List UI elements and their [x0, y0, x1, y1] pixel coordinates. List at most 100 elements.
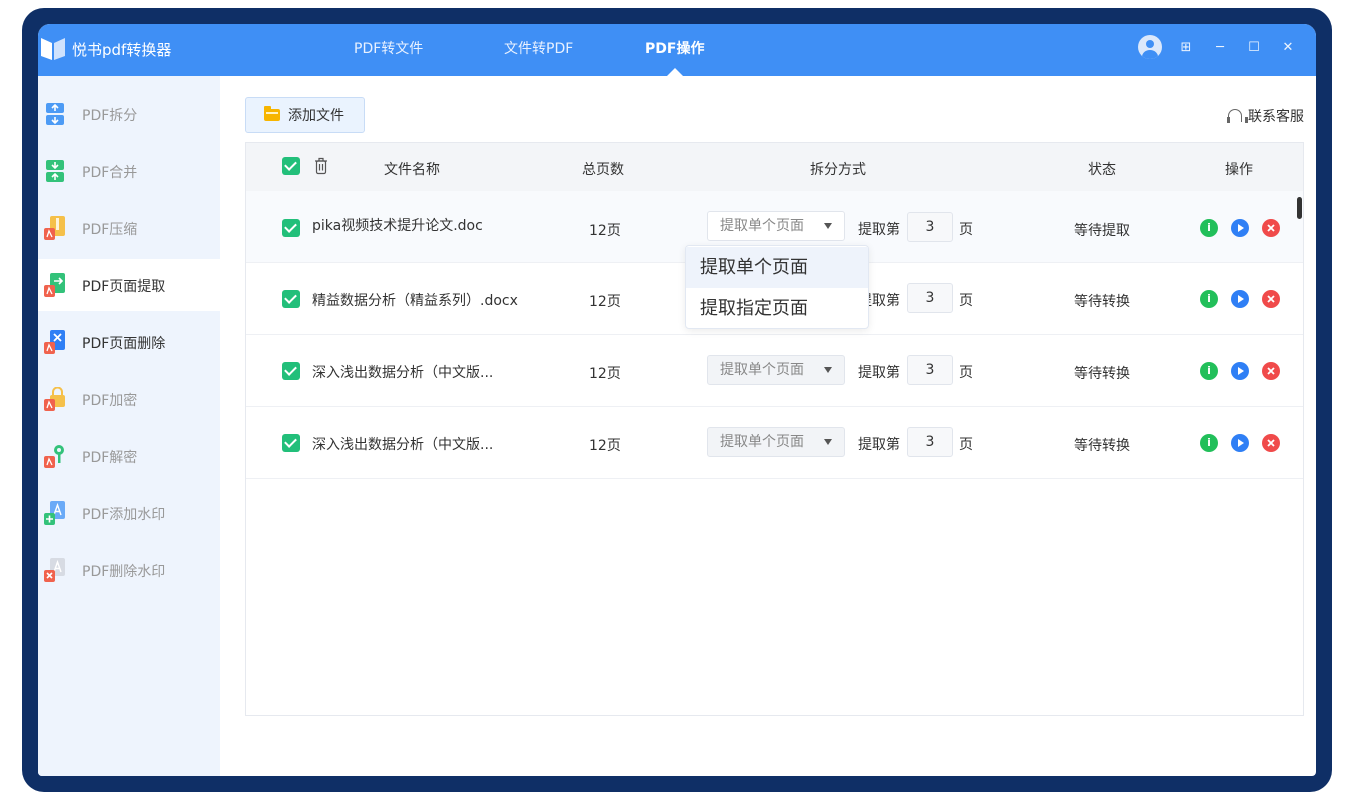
- header-split-mode: 拆分方式: [810, 162, 866, 178]
- sidebar-item-pdf-merge[interactable]: PDF合并: [38, 145, 220, 197]
- sidebar-item-label: PDF压缩: [82, 222, 138, 238]
- sidebar-item-pdf-compress[interactable]: PDF压缩: [38, 202, 220, 254]
- pdf-split-icon: [46, 103, 64, 125]
- page-unit-label: 页: [959, 222, 973, 238]
- select-all-checkbox[interactable]: [282, 157, 300, 175]
- app-title: 悦书pdf转换器: [72, 41, 172, 59]
- headset-icon: [1227, 108, 1248, 124]
- sidebar-item-pdf-split[interactable]: PDF拆分: [38, 88, 220, 140]
- table-scrollbar[interactable]: [1297, 197, 1302, 219]
- user-avatar[interactable]: [1138, 35, 1162, 59]
- status-text: 等待提取: [1074, 223, 1130, 239]
- page-number-input[interactable]: 3: [907, 427, 953, 457]
- info-icon[interactable]: i: [1200, 219, 1218, 237]
- page-count: 12页: [589, 223, 621, 239]
- page-number-input[interactable]: 3: [907, 283, 953, 313]
- row-checkbox[interactable]: [282, 290, 300, 308]
- pdf-extract-icon: [44, 273, 65, 297]
- tab-file-to-pdf[interactable]: 文件转PDF: [504, 38, 573, 76]
- info-icon[interactable]: i: [1200, 290, 1218, 308]
- delete-icon[interactable]: [1262, 362, 1280, 380]
- status-text: 等待转换: [1074, 366, 1130, 382]
- split-mode-value: 提取单个页面: [720, 362, 804, 378]
- delete-icon[interactable]: [1262, 219, 1280, 237]
- maximize-icon[interactable]: ☐: [1244, 37, 1264, 57]
- pdf-lock-icon: [44, 387, 65, 411]
- delete-icon[interactable]: [1262, 434, 1280, 452]
- pdf-merge-icon: [46, 160, 64, 182]
- status-text: 等待转换: [1074, 294, 1130, 310]
- window-controls: ⊞ ─ ☐ ✕: [1138, 35, 1298, 59]
- info-icon[interactable]: i: [1200, 362, 1218, 380]
- extract-label: 提取第: [858, 437, 900, 453]
- play-icon[interactable]: [1231, 219, 1249, 237]
- sidebar-item-label: PDF加密: [82, 393, 138, 409]
- split-mode-value: 提取单个页面: [720, 434, 804, 450]
- caret-down-icon: [824, 367, 832, 373]
- split-mode-dropdown: 提取单个页面 提取指定页面: [685, 245, 869, 329]
- page-unit-label: 页: [959, 437, 973, 453]
- close-icon[interactable]: ✕: [1278, 37, 1298, 57]
- grid-menu-icon[interactable]: ⊞: [1176, 37, 1196, 57]
- split-mode-select[interactable]: 提取单个页面: [707, 355, 845, 385]
- split-mode-select[interactable]: 提取单个页面: [707, 211, 845, 241]
- pdf-unlock-icon: [44, 445, 64, 468]
- minimize-icon[interactable]: ─: [1210, 37, 1230, 57]
- file-name: 精益数据分析（精益系列）.docx: [312, 293, 518, 309]
- extract-label: 提取第: [858, 365, 900, 381]
- page-unit-label: 页: [959, 365, 973, 381]
- title-bar: 悦书pdf转换器 PDF转文件 文件转PDF PDF操作 ⊞ ─ ☐ ✕: [38, 24, 1316, 76]
- row-checkbox[interactable]: [282, 219, 300, 237]
- dropdown-option-single-page[interactable]: 提取单个页面: [686, 247, 868, 288]
- sidebar-item-pdf-extract[interactable]: PDF页面提取: [38, 259, 220, 311]
- row-checkbox[interactable]: [282, 434, 300, 452]
- sidebar-item-label: PDF页面删除: [82, 336, 166, 352]
- app-window: 悦书pdf转换器 PDF转文件 文件转PDF PDF操作 ⊞ ─ ☐ ✕ PDF…: [38, 24, 1316, 776]
- play-icon[interactable]: [1231, 434, 1249, 452]
- sidebar-item-pdf-delete-page[interactable]: PDF页面删除: [38, 316, 220, 368]
- tab-pdf-to-file[interactable]: PDF转文件: [354, 38, 423, 76]
- play-icon[interactable]: [1231, 362, 1249, 380]
- delete-icon[interactable]: [1262, 290, 1280, 308]
- table-header: 文件名称 总页数 拆分方式 状态 操作: [246, 143, 1303, 191]
- row-checkbox[interactable]: [282, 362, 300, 380]
- caret-down-icon: [824, 439, 832, 445]
- page-number-input[interactable]: 3: [907, 212, 953, 242]
- sidebar-item-label: PDF页面提取: [82, 279, 166, 295]
- file-name: 深入浅出数据分析（中文版...: [312, 437, 494, 453]
- add-file-button[interactable]: 添加文件: [245, 97, 365, 133]
- sidebar-item-pdf-encrypt[interactable]: PDF加密: [38, 373, 220, 425]
- sidebar-item-pdf-remove-watermark[interactable]: PDF删除水印: [38, 544, 220, 596]
- sidebar-item-pdf-decrypt[interactable]: PDF解密: [38, 430, 220, 482]
- table-row: 深入浅出数据分析（中文版... 12页 提取单个页面 提取第 3 页 等待转换 …: [246, 335, 1303, 407]
- play-icon[interactable]: [1231, 290, 1249, 308]
- add-file-label: 添加文件: [288, 108, 344, 124]
- info-icon[interactable]: i: [1200, 434, 1218, 452]
- pdf-compress-icon: [44, 216, 65, 240]
- sidebar-item-label: PDF添加水印: [82, 507, 166, 523]
- dropdown-option-specified-pages[interactable]: 提取指定页面: [686, 288, 868, 329]
- file-name: pika视频技术提升论文.doc: [312, 218, 483, 234]
- sidebar: PDF拆分 PDF合并 PDF压缩 PDF页面提取 PDF页面删除 PDF加密 …: [38, 76, 220, 776]
- header-status: 状态: [1088, 162, 1116, 178]
- file-table: 文件名称 总页数 拆分方式 状态 操作 pika视频技术提升论文.doc 12页…: [245, 142, 1304, 716]
- page-number-input[interactable]: 3: [907, 355, 953, 385]
- header-file-name: 文件名称: [384, 162, 440, 178]
- tab-pdf-operations[interactable]: PDF操作: [645, 38, 704, 76]
- extract-label: 提取第: [858, 222, 900, 238]
- caret-down-icon: [824, 223, 832, 229]
- folder-icon: [264, 106, 280, 121]
- split-mode-value: 提取单个页面: [720, 218, 804, 234]
- header-operations: 操作: [1225, 162, 1253, 178]
- split-mode-select[interactable]: 提取单个页面: [707, 427, 845, 457]
- page-count: 12页: [589, 438, 621, 454]
- contact-support-label: 联系客服: [1248, 109, 1304, 125]
- table-row: 深入浅出数据分析（中文版... 12页 提取单个页面 提取第 3 页 等待转换 …: [246, 407, 1303, 479]
- contact-support-link[interactable]: 联系客服: [1227, 106, 1304, 126]
- sidebar-item-pdf-add-watermark[interactable]: PDF添加水印: [38, 487, 220, 539]
- trash-icon[interactable]: [314, 157, 328, 175]
- sidebar-item-label: PDF拆分: [82, 108, 138, 124]
- file-name: 深入浅出数据分析（中文版...: [312, 365, 494, 381]
- pdf-add-watermark-icon: [44, 501, 65, 525]
- sidebar-item-label: PDF解密: [82, 450, 138, 466]
